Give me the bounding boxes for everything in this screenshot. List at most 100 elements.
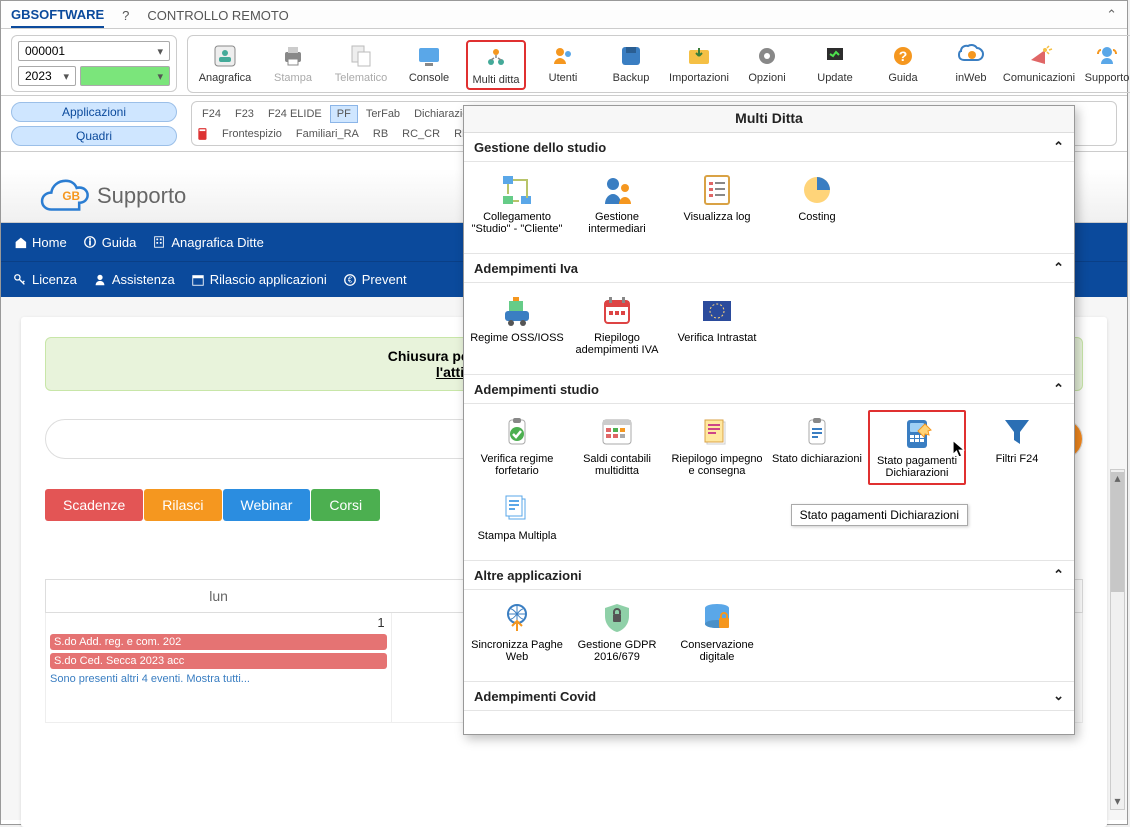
ribbon-items: Anagrafica Stampa Telematico Console Multi d… [187, 35, 1130, 93]
ribbon-collapse-icon[interactable]: ⌃ [1106, 7, 1117, 23]
calendar-cell[interactable]: 1 S.do Add. reg. e com. 202 S.do Ced. Se… [46, 613, 392, 723]
tab-controllo-remoto[interactable]: CONTROLLO REMOTO [147, 8, 288, 27]
nav-guida[interactable]: Guida [83, 235, 137, 250]
nav-licenza[interactable]: Licenza [13, 272, 77, 287]
mega-item-saldi[interactable]: Saldi contabili multiditta [568, 410, 666, 485]
tab-rb[interactable]: RB [367, 126, 394, 142]
nav-anagrafica-ditte[interactable]: Anagrafica Ditte [152, 235, 264, 250]
vertical-scrollbar[interactable]: ▴ ▾ [1110, 469, 1125, 810]
ribbon-guida[interactable]: ?Guida [872, 40, 934, 86]
scroll-thumb[interactable] [1111, 472, 1124, 592]
tab-familiari_ra[interactable]: Familiari_RA [290, 126, 365, 142]
tab-webinar[interactable]: Webinar [223, 489, 311, 521]
calendar-more-link[interactable]: Sono presenti altri 4 eventi. Mostra tut… [50, 673, 387, 685]
ribbon-update[interactable]: Update [804, 40, 866, 86]
log-icon [699, 172, 735, 208]
utenti-icon [549, 42, 577, 70]
support-logo: GB Supporto [37, 179, 186, 213]
combo-year[interactable]: 2023 ▾ [18, 66, 76, 86]
mega-item-label: Costing [798, 211, 835, 223]
ribbon-comunicazioni[interactable]: Comunicazioni [1008, 40, 1070, 86]
svg-text:GB: GB [62, 189, 80, 203]
info-icon [83, 235, 97, 249]
backup-icon [617, 42, 645, 70]
section-header-2[interactable]: Adempimenti studio⌃ [464, 375, 1074, 404]
mega-item-forf[interactable]: Verifica regime forfetario [468, 410, 566, 485]
tab-terfab[interactable]: TerFab [360, 106, 406, 122]
ribbon-importazioni[interactable]: Importazioni [668, 40, 730, 86]
mega-item-label: Riepilogo adempimenti IVA [570, 332, 664, 356]
applicazioni-button[interactable]: Applicazioni [11, 102, 177, 122]
mega-item-stampamult[interactable]: Stampa Multipla [468, 487, 566, 546]
tab-gbsoftware[interactable]: GBSOFTWARE [11, 7, 104, 28]
intermed-icon [599, 172, 635, 208]
ribbon-inweb[interactable]: inWeb [940, 40, 1002, 86]
ribbon-console[interactable]: Console [398, 40, 460, 86]
mega-item-intrastat[interactable]: Verifica Intrastat [668, 289, 766, 360]
ribbon-backup[interactable]: Backup [600, 40, 662, 86]
mega-item-log[interactable]: Visualizza log [668, 168, 766, 239]
tab-rc_cr[interactable]: RC_CR [396, 126, 446, 142]
mega-item-label: Sincronizza Paghe Web [470, 639, 564, 663]
section-header-4[interactable]: Adempimenti Covid⌄ [464, 682, 1074, 711]
ribbon-label: Console [409, 72, 449, 84]
statodich-icon [799, 414, 835, 450]
mega-item-costing[interactable]: Costing [768, 168, 866, 239]
gdpr-icon [599, 600, 635, 636]
tab-pf[interactable]: PF [330, 105, 358, 123]
chevron-up-icon: ⌃ [1053, 139, 1064, 155]
tab-scadenze[interactable]: Scadenze [45, 489, 143, 521]
ribbon-supporto[interactable]: Supporto [1076, 40, 1130, 86]
ribbon-telematico[interactable]: Telematico [330, 40, 392, 86]
mega-item-statodich[interactable]: Stato dichiarazioni [768, 410, 866, 485]
tab-corsi[interactable]: Corsi [311, 489, 380, 521]
nav-home[interactable]: Home [13, 235, 67, 250]
mega-item-intermed[interactable]: Gestione intermediari [568, 168, 666, 239]
quadri-button[interactable]: Quadri [11, 126, 177, 146]
cursor-icon [952, 440, 966, 460]
mega-item-collega[interactable]: Collegamento "Studio" - "Cliente" [468, 168, 566, 239]
section-header-3[interactable]: Altre applicazioni⌃ [464, 561, 1074, 590]
ribbon-utenti[interactable]: Utenti [532, 40, 594, 86]
mega-item-filtrif24[interactable]: Filtri F24 [968, 410, 1066, 485]
tab-help[interactable]: ? [122, 8, 129, 27]
tab-rilasci[interactable]: Rilasci [144, 489, 221, 521]
scroll-down-icon[interactable]: ▾ [1111, 793, 1124, 809]
section-header-1[interactable]: Adempimenti Iva⌃ [464, 254, 1074, 283]
person-icon [93, 273, 107, 287]
tab-frontespizio[interactable]: Frontespizio [216, 126, 288, 142]
combo-year-value: 2023 [25, 69, 52, 83]
ribbon-multiditta[interactable]: Multi ditta [466, 40, 526, 90]
mega-item-riepimp[interactable]: Riepilogo impegno e consegna [668, 410, 766, 485]
calendar-event[interactable]: S.do Ced. Secca 2023 acc [50, 653, 387, 669]
ribbon-label: Stampa [274, 72, 312, 84]
calendar-event[interactable]: S.do Add. reg. e com. 202 [50, 634, 387, 650]
combo-green[interactable]: ▾ [80, 66, 170, 86]
tab-f23[interactable]: F23 [229, 106, 260, 122]
ribbon: 000001 ▾ 2023 ▾ ▾ Anagrafica Stampa Telema… [1, 29, 1127, 96]
combo-code[interactable]: 000001 ▾ [18, 41, 170, 61]
update-icon [821, 42, 849, 70]
tab-f24-elide[interactable]: F24 ELIDE [262, 106, 328, 122]
ribbon-opzioni[interactable]: Opzioni [736, 40, 798, 86]
mega-item-label: Gestione intermediari [570, 211, 664, 235]
ribbon-label: Telematico [335, 72, 388, 84]
ribbon-anagrafica[interactable]: Anagrafica [194, 40, 256, 86]
saldi-icon [599, 414, 635, 450]
ribbon-selectors: 000001 ▾ 2023 ▾ ▾ [11, 35, 177, 92]
ribbon-label: Backup [613, 72, 650, 84]
scroll-up-icon[interactable]: ▴ [1111, 470, 1124, 486]
nav-rilascio-applicazioni[interactable]: Rilascio applicazioni [191, 272, 327, 287]
ribbon-stampa[interactable]: Stampa [262, 40, 324, 86]
mega-item-conserv[interactable]: Conservazione digitale [668, 596, 766, 667]
mega-item-riepiva[interactable]: Riepilogo adempimenti IVA [568, 289, 666, 360]
section-header-0[interactable]: Gestione dello studio⌃ [464, 133, 1074, 162]
nav-prevent[interactable]: €Prevent [343, 272, 407, 287]
mega-item-gdpr[interactable]: Gestione GDPR 2016/679 [568, 596, 666, 667]
intrastat-icon [699, 293, 735, 329]
tab-f24[interactable]: F24 [196, 106, 227, 122]
mega-item-statopag[interactable]: Stato pagamenti DichiarazioniStato pagam… [868, 410, 966, 485]
nav-assistenza[interactable]: Assistenza [93, 272, 175, 287]
mega-item-paghe[interactable]: Sincronizza Paghe Web [468, 596, 566, 667]
mega-item-oss[interactable]: Regime OSS/IOSS [468, 289, 566, 360]
